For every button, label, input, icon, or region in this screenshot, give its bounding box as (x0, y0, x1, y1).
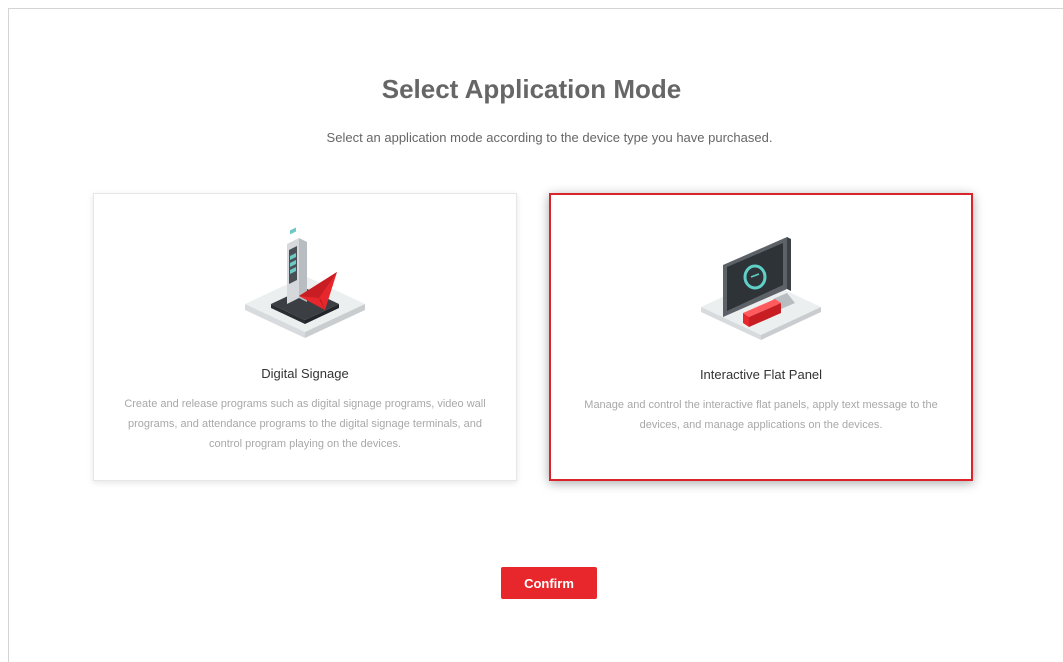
mode-name: Digital Signage (261, 366, 349, 381)
mode-card-interactive-flat-panel[interactable]: Interactive Flat Panel Manage and contro… (549, 193, 973, 481)
mode-description: Create and release programs such as digi… (124, 398, 486, 450)
page-title: Select Application Mode (381, 74, 682, 104)
digital-signage-icon (245, 227, 365, 338)
interactive-flat-panel-icon (701, 237, 821, 340)
mode-description: Manage and control the interactive flat … (584, 399, 938, 431)
page-subtitle: Select an application mode according to … (326, 130, 773, 145)
mode-name: Interactive Flat Panel (699, 367, 823, 382)
confirm-button[interactable]: Confirm (501, 567, 597, 599)
mode-card-digital-signage[interactable]: Digital Signage Create and release progr… (93, 193, 517, 481)
